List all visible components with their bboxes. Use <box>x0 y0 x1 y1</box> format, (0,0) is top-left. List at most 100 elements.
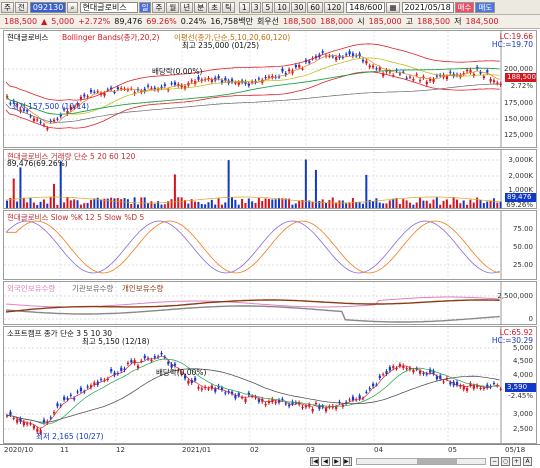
volume-bar <box>93 198 96 208</box>
individual-label: 개인보유수량 <box>122 284 164 293</box>
period-button-10[interactable]: 10 <box>274 1 290 13</box>
softcamp-pane[interactable]: 소프트캠프 종가 단순 3 5 10 30 최고 5,150 (12/18) 배… <box>3 326 537 444</box>
settings-icon[interactable]: A <box>523 457 532 466</box>
candle <box>348 399 351 401</box>
tab-1[interactable]: 월 <box>166 1 180 13</box>
tab-5[interactable]: 틱 <box>222 1 235 13</box>
scrollbar-thumb[interactable] <box>417 459 457 464</box>
tab-2[interactable]: 년 <box>180 1 194 13</box>
volume-bar <box>83 203 86 208</box>
calendar-icon[interactable]: ▦ <box>386 1 400 13</box>
volume-bar <box>328 200 331 208</box>
volume-bar <box>177 197 180 208</box>
period-button-30[interactable]: 30 <box>290 1 307 13</box>
volume-bar <box>194 201 197 208</box>
scroll-last-button[interactable]: ▶| <box>343 457 352 466</box>
y-tick: 200,000 <box>504 65 533 73</box>
volume-bar <box>325 202 328 208</box>
search-icon[interactable]: ⌕ <box>67 1 78 13</box>
tab-3[interactable]: 분 <box>194 1 208 13</box>
stock-name-field[interactable]: 현대글로비스 <box>79 1 138 13</box>
candle <box>284 403 287 405</box>
candle <box>335 406 338 410</box>
scrollbar[interactable] <box>356 458 486 465</box>
x-label: 11 <box>60 446 69 454</box>
count-field[interactable]: 148/600 <box>346 1 386 13</box>
candle <box>26 423 29 425</box>
scroll-first-button[interactable]: |◀ <box>310 457 319 466</box>
volume-bar <box>100 199 103 208</box>
zoom-minus-button[interactable]: − <box>490 457 499 466</box>
stochastic-pane[interactable]: 현대글로비스 Slow %K 12 5 Slow %D 5 75.00 50.0… <box>3 210 537 280</box>
volume-bar <box>385 203 388 208</box>
foreign-label: 외국인보유수량 <box>7 284 56 293</box>
candle <box>160 352 163 355</box>
tab-0[interactable]: 주 <box>152 1 166 13</box>
price-chart-pane[interactable]: 현대글로비스 Bollinger Bands(종가,20,2) 이평선(종가,단… <box>3 30 537 148</box>
scroll-right-button[interactable]: ▶ <box>332 457 341 466</box>
candle <box>96 91 99 93</box>
candle <box>372 65 375 68</box>
candle <box>311 408 314 412</box>
period-button-120[interactable]: 120 <box>323 1 345 13</box>
candle <box>36 119 39 121</box>
tab-4[interactable]: 초 <box>208 1 221 13</box>
candle <box>388 367 392 371</box>
candle <box>79 96 83 100</box>
tab-daily[interactable]: 일 <box>138 1 152 13</box>
volume-bar <box>499 201 502 208</box>
volume-bar <box>106 198 109 208</box>
open-label: 시 <box>357 17 365 26</box>
candle <box>325 408 328 412</box>
candle <box>435 376 439 380</box>
softcamp-low-note: 최저 2,165 (10/27) <box>36 432 104 441</box>
candle <box>321 51 324 53</box>
jeon-button[interactable]: 전 <box>14 1 28 13</box>
volume-bar <box>298 200 301 208</box>
trade-amount: 16,758백만 <box>210 17 253 26</box>
candle <box>298 64 301 68</box>
candle <box>12 418 15 420</box>
scroll-left-button[interactable]: ◀ <box>321 457 330 466</box>
volume-bar <box>271 199 274 208</box>
date-field[interactable]: 2021/05/18 <box>401 1 454 13</box>
candle <box>197 387 200 389</box>
candle <box>163 84 167 86</box>
zoom-plus-button[interactable]: + <box>512 457 521 466</box>
candle <box>372 383 375 387</box>
candle <box>288 69 291 72</box>
period-button-3[interactable]: 3 <box>250 1 262 13</box>
x-label: 02 <box>250 446 259 454</box>
volume-bar <box>251 201 254 208</box>
holdings-pane[interactable]: 외국인보유수량 기관보유수량 개인보유수량 2,500,000 0 <box>3 281 537 325</box>
volume-bar <box>338 200 341 208</box>
zoom-reset-button[interactable]: ○ <box>501 457 510 466</box>
volume-bar <box>46 203 49 208</box>
x-label: 12 <box>116 446 125 454</box>
y-tick: 2,500,000 <box>497 292 533 300</box>
candle <box>100 379 103 381</box>
minute-buttons: 1 3 5 10 30 60 120 <box>238 1 345 13</box>
candle <box>32 425 36 429</box>
volume-bar <box>466 204 469 208</box>
volume-bar <box>469 199 472 208</box>
menu-button[interactable]: 주 <box>1 1 14 13</box>
stock-code-input[interactable]: 092130 <box>29 1 67 13</box>
period-button-60[interactable]: 60 <box>307 1 323 13</box>
volume-bar <box>492 198 495 208</box>
sell-button[interactable]: 매도 <box>475 1 496 13</box>
volume-bar <box>392 198 395 208</box>
volume-bar <box>439 204 442 208</box>
change-value: 5,000 <box>51 17 75 26</box>
period-button-5[interactable]: 5 <box>262 1 274 13</box>
x-label: 05/18 <box>505 446 526 454</box>
volume-bar <box>210 199 213 208</box>
y-tick: 3,000 <box>512 410 533 418</box>
volume-bar <box>311 201 314 208</box>
volume-pane[interactable]: 현대글로비스 거래량 단순 5 20 60 120 89,476(69.26%)… <box>3 149 537 209</box>
candle <box>116 87 120 90</box>
period-button-1[interactable]: 1 <box>238 1 250 13</box>
candle <box>244 398 247 402</box>
buy-button[interactable]: 매수 <box>454 1 475 13</box>
volume-bar <box>432 199 435 208</box>
